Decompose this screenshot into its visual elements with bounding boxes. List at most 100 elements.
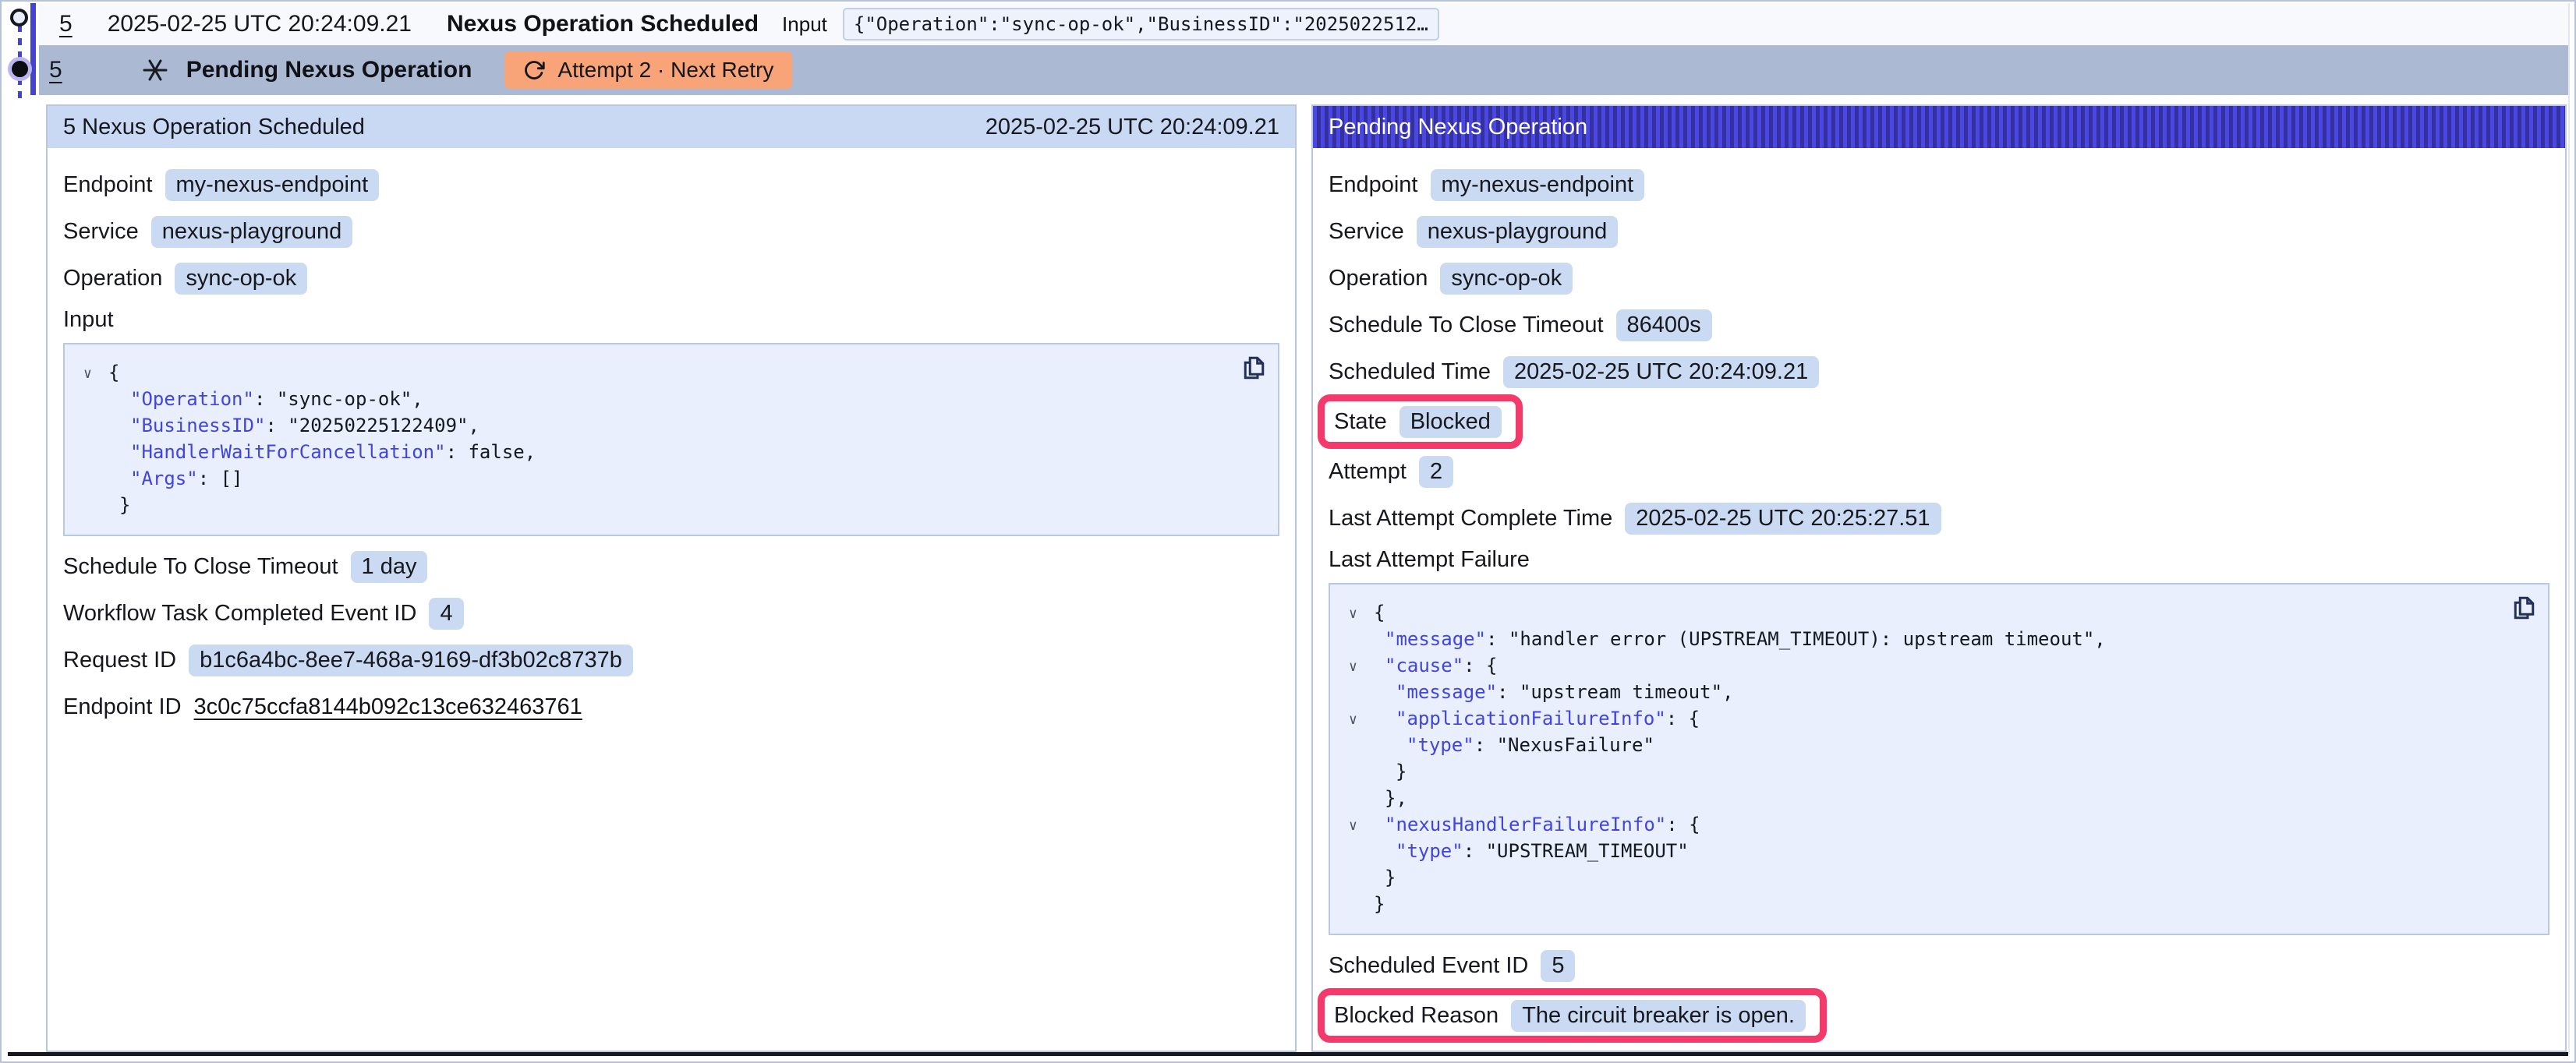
value-chip-blocked-reason: The circuit breaker is open. — [1511, 1000, 1806, 1032]
event-name: Nexus Operation Scheduled — [447, 11, 759, 37]
field-label-operation: Operation — [63, 266, 162, 291]
json-key: "HandlerWaitForCancellation" — [130, 441, 446, 463]
copy-icon — [2509, 594, 2537, 622]
value-chip-service: nexus-playground — [1417, 216, 1619, 248]
workflow-history-view: 5 2025-02-25 UTC 20:24:09.21 Nexus Opera… — [0, 0, 2576, 1063]
code-line: } — [1349, 759, 2529, 786]
field-label-schedule-to-close-timeout: Schedule To Close Timeout — [1329, 313, 1604, 338]
json-value: { — [108, 362, 119, 383]
field-label-schedule-to-close-timeout: Schedule To Close Timeout — [63, 554, 338, 580]
json-value: } — [1385, 867, 1396, 888]
pending-event-id-link[interactable]: 5 — [49, 57, 62, 83]
copy-button[interactable] — [1239, 354, 1267, 382]
code-line: ∨{ — [83, 360, 1259, 387]
json-value: : false, — [446, 441, 536, 463]
code-line: "BusinessID": "20250225122409", — [83, 413, 1259, 440]
json-value: : { — [1666, 708, 1700, 729]
field-row-endpoint-id: Endpoint ID 3c0c75ccfa8144b092c13ce632463… — [63, 689, 1279, 725]
field-label-state: State — [1334, 409, 1387, 435]
value-chip-attempt: 2 — [1419, 456, 1453, 488]
code-line: "message": "upstream timeout", — [1349, 680, 2529, 706]
json-value: : "upstream timeout", — [1497, 681, 1733, 703]
json-value: } — [119, 494, 130, 516]
code-line: ∨"cause": { — [1349, 653, 2529, 680]
field-row-blocked-reason: Blocked ReasonThe circuit breaker is ope… — [1334, 998, 1806, 1033]
chevron-spacer — [1349, 760, 1374, 786]
value-chip-last-attempt-complete-time: 2025-02-25 UTC 20:25:27.51 — [1625, 503, 1941, 535]
json-value: : { — [1463, 655, 1497, 676]
field-row-service: Servicenexus-playground — [1329, 214, 2549, 249]
collapse-chevron-icon[interactable]: ∨ — [83, 361, 108, 387]
event-row-nexus-operation-scheduled[interactable]: 5 2025-02-25 UTC 20:24:09.21 Nexus Opera… — [39, 3, 2568, 45]
field-label-last-attempt-complete-time: Last Attempt Complete Time — [1329, 506, 1612, 532]
json-value: : "NexusFailure" — [1474, 734, 1654, 756]
json-key: "Operation" — [130, 388, 254, 410]
field-row-endpoint: Endpointmy-nexus-endpoint — [1329, 167, 2549, 203]
field-label-scheduled-time: Scheduled Time — [1329, 359, 1491, 385]
code-line: "type": "UPSTREAM_TIMEOUT" — [1349, 839, 2529, 865]
field-label-workflow-task-completed-event-id: Workflow Task Completed Event ID — [63, 601, 416, 627]
section-bottom-divider — [8, 1052, 2568, 1056]
pending-panel-header: Pending Nexus Operation — [1313, 106, 2565, 148]
scheduled-panel-title: 5 Nexus Operation Scheduled — [63, 115, 365, 140]
collapse-chevron-icon[interactable]: ∨ — [1349, 813, 1374, 839]
field-row-workflow-task-completed-event-id: Workflow Task Completed Event ID4 — [63, 595, 1279, 631]
field-label-last-attempt-failure: Last Attempt Failure — [1329, 547, 2537, 573]
code-line: "Operation": "sync-op-ok", — [83, 387, 1259, 413]
annotation-highlight-state: StateBlocked — [1318, 394, 1523, 449]
field-label-endpoint-id: Endpoint ID — [63, 694, 182, 720]
json-key: "nexusHandlerFailureInfo" — [1385, 814, 1666, 835]
chevron-spacer — [1349, 866, 1374, 892]
value-chip-scheduled-event-id: 5 — [1541, 950, 1575, 982]
json-key: "type" — [1407, 734, 1474, 756]
field-label-request-id: Request ID — [63, 648, 176, 673]
chevron-spacer — [1349, 733, 1374, 759]
chevron-spacer — [83, 467, 108, 493]
field-label-endpoint: Endpoint — [63, 172, 153, 198]
collapse-chevron-icon[interactable]: ∨ — [1349, 654, 1374, 680]
json-value: } — [1396, 761, 1407, 782]
value-chip-service: nexus-playground — [151, 216, 353, 248]
asterisk-icon — [141, 56, 169, 84]
code-block-last-attempt-failure: ∨{ "message": "handler error (UPSTREAM_T… — [1329, 583, 2549, 935]
pending-nexus-operation-row[interactable]: 5 Pending Nexus Operation Attempt 2 · Ne… — [39, 45, 2568, 95]
json-value: : "20250225122409", — [265, 415, 479, 436]
code-line: "type": "NexusFailure" — [1349, 733, 2529, 759]
field-row-operation: Operation sync-op-ok — [63, 260, 1279, 296]
chevron-spacer — [1349, 786, 1374, 812]
event-timestamp: 2025-02-25 UTC 20:24:09.21 — [108, 11, 412, 37]
value-chip-endpoint: my-nexus-endpoint — [165, 169, 380, 201]
json-value: { — [1374, 602, 1385, 623]
value-chip-request-id: b1c6a4bc-8ee7-468a-9169-df3b02c8737b — [189, 645, 633, 676]
event-id-link[interactable]: 5 — [59, 11, 73, 37]
json-key: "message" — [1396, 681, 1497, 703]
collapse-chevron-icon[interactable]: ∨ — [1349, 601, 1374, 627]
field-label-scheduled-event-id: Scheduled Event ID — [1329, 953, 1528, 979]
value-chip-scheduled-time: 2025-02-25 UTC 20:24:09.21 — [1503, 356, 1819, 388]
collapse-chevron-icon[interactable]: ∨ — [1349, 707, 1374, 733]
code-line: "message": "handler error (UPSTREAM_TIME… — [1349, 627, 2529, 653]
json-key: "applicationFailureInfo" — [1396, 708, 1666, 729]
json-key: "message" — [1385, 628, 1486, 650]
scheduled-panel-timestamp: 2025-02-25 UTC 20:24:09.21 — [985, 115, 1279, 140]
field-label-input: Input — [63, 307, 1267, 333]
field-label-attempt: Attempt — [1329, 459, 1407, 485]
json-key: "type" — [1396, 840, 1463, 862]
link-value-endpoint-id[interactable]: 3c0c75ccfa8144b092c13ce632463761 — [194, 694, 582, 720]
retry-badge-text: Attempt 2 · Next Retry — [557, 58, 773, 83]
code-line: }, — [1349, 786, 2529, 812]
retry-attempt-badge: Attempt 2 · Next Retry — [504, 51, 792, 89]
field-row-input: Input ∨{ "Operation": "sync-op-ok", "Busi… — [63, 307, 1279, 536]
copy-button[interactable] — [2509, 594, 2537, 622]
code-line: "Args": [] — [83, 466, 1259, 493]
chevron-spacer — [1349, 839, 1374, 865]
code-line: ∨"nexusHandlerFailureInfo": { — [1349, 812, 2529, 839]
field-row-state: StateBlocked — [1334, 404, 1502, 440]
code-line: } — [1349, 865, 2529, 892]
timeline-open-node-icon — [10, 9, 28, 26]
json-value: : "UPSTREAM_TIMEOUT" — [1463, 840, 1689, 862]
event-input-preview-chip: {"Operation":"sync-op-ok","BusinessID":"… — [843, 8, 1439, 41]
selected-event-indicator-bar — [30, 3, 36, 95]
value-chip-operation: sync-op-ok — [1440, 263, 1573, 295]
value-chip-operation: sync-op-ok — [175, 263, 307, 295]
